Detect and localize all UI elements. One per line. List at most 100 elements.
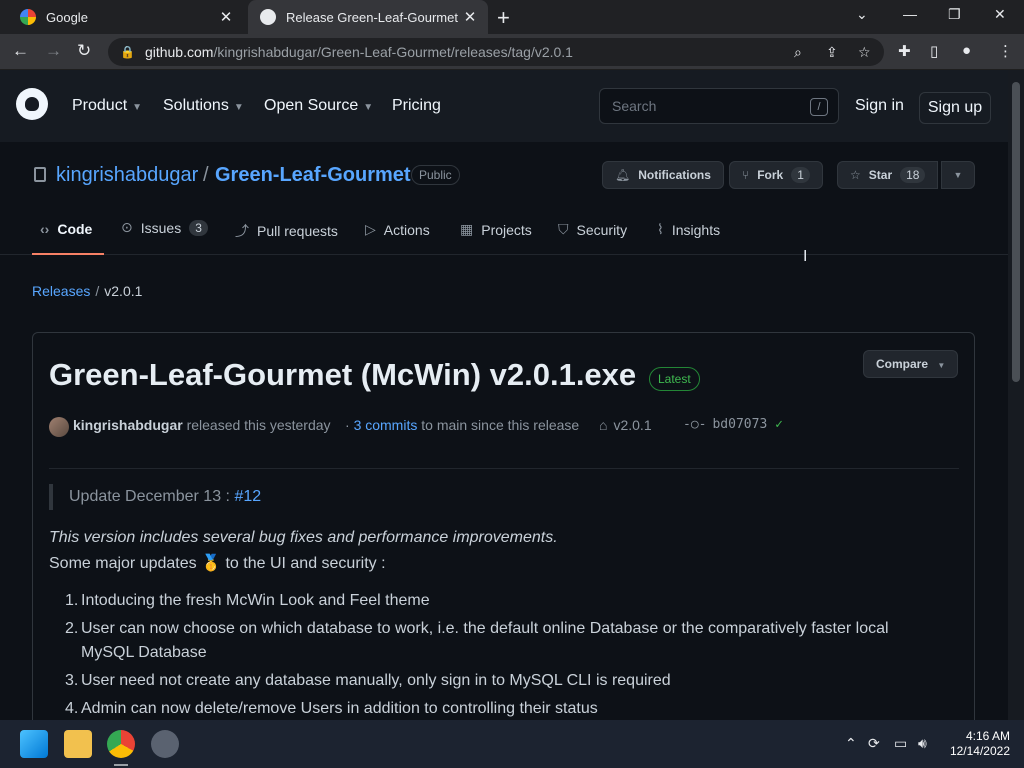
search-input[interactable]: Search / [599,88,839,124]
address-bar[interactable]: 🔒 github.com/kingrishabdugar/Green-Leaf-… [108,38,884,66]
nav-open-source[interactable]: Open Source ▼ [264,97,373,115]
star-button[interactable]: ☆ Star 18 [837,161,939,189]
tab-pull-requests[interactable]: ⤴ Pull requests [235,221,338,241]
forward-icon[interactable]: → [45,41,62,61]
released-text: released this yesterday [186,417,331,433]
side-panel-icon[interactable]: ▯ [930,42,938,60]
tab-actions[interactable]: ▷ Actions [365,221,430,238]
nav-product[interactable]: Product ▼ [72,97,142,115]
browser-tab-google[interactable]: Google ✕ [8,0,244,34]
notifications-button[interactable]: 🔔︎ Notifications [602,161,724,189]
breadcrumb-separator: / [95,283,100,299]
list-item: 1. Intoducing the fresh McWin Look and Fe… [65,589,945,613]
settings-gear-icon[interactable] [151,730,179,758]
reload-icon[interactable]: ↻ [77,41,91,61]
release-commit[interactable]: -○- bd07073 ✓ [683,417,783,432]
commits-text: to main since this release [421,417,580,433]
tag-label: v2.0.1 [613,417,652,433]
tab-label: Issues [140,219,182,236]
close-tab-icon[interactable]: ✕ [458,8,482,26]
breadcrumb-current: v2.0.1 [104,283,143,299]
tab-insights[interactable]: ⌇ Insights [657,221,720,238]
release-title[interactable]: Green-Leaf-Gourmet (McWin) v2.0.1.exe [49,357,636,393]
repo-owner-link[interactable]: kingrishabdugar [56,164,198,187]
star-list-dropdown[interactable]: ▼ [941,161,975,189]
list-item-text: User can now choose on which database to… [81,620,889,661]
clock-time: 4:16 AM [965,729,1010,743]
repo-header: kingrishabdugar / Green-Leaf-Gourmet Pub… [0,142,1008,255]
fork-button[interactable]: ⑂ Fork 1 [729,161,823,189]
tab-search-icon[interactable]: ⌄ [856,6,868,23]
new-tab-icon[interactable]: + [497,5,510,31]
verified-check-icon: ✓ [775,417,783,432]
tab-label: Actions [383,221,430,238]
release-tag[interactable]: ⌂ v2.0.1 [599,417,652,433]
shield-icon: ⛉ [558,221,569,237]
button-label: Fork [757,168,784,182]
share-icon[interactable]: ⇪ [826,44,838,61]
sign-in-link[interactable]: Sign in [855,97,904,115]
windows-start-icon[interactable] [20,730,48,758]
repo-name-link[interactable]: Green-Leaf-Gourmet [215,164,411,187]
menu-kebab-icon[interactable]: ⋮ [998,42,1013,60]
medal-emoji: 🥇 [201,555,222,572]
quote-text: Update December 13 : [69,488,230,505]
volume-icon[interactable]: 🔊︎ [918,735,927,752]
tab-label: Security [576,221,628,238]
list-item-text: User need not create any database manual… [81,672,671,689]
author-link[interactable]: kingrishabdugar [73,417,183,433]
back-icon[interactable]: ← [12,41,29,61]
chevron-down-icon: ▼ [132,102,143,113]
scrollbar-thumb[interactable] [1012,82,1020,382]
chevron-down-icon: ▼ [363,102,374,113]
breadcrumb-releases-link[interactable]: Releases [32,283,90,299]
list-item: 2. User can now choose on which database … [65,617,945,665]
button-label: Compare [876,357,929,371]
table-icon: ▦ [460,221,474,237]
sign-up-button[interactable]: Sign up [919,92,991,124]
close-tab-icon[interactable]: ✕ [214,8,238,26]
browser-tab-release[interactable]: Release Green-Leaf-Gourmet (McWin) v2.0.… [248,0,488,34]
restore-icon[interactable]: ❐ [948,6,961,23]
code-icon: ‹› [40,221,50,237]
file-explorer-icon[interactable] [64,730,92,758]
caret-down-icon: ▼ [937,361,946,370]
tab-label: Pull requests [257,223,338,239]
browser-toolbar: ← → ↻ 🔒 github.com/kingrishabdugar/Green… [0,34,1024,70]
zoom-search-icon[interactable]: ⌕ [794,44,802,61]
nav-label: Product [72,97,128,114]
nav-solutions[interactable]: Solutions ▼ [163,97,244,115]
close-window-icon[interactable]: ✕ [994,6,1006,23]
tab-title: Google [46,9,88,25]
extensions-icon[interactable]: ✚ [898,42,911,60]
minimize-icon[interactable]: — [903,6,917,22]
issue-link[interactable]: #12 [234,488,261,505]
fork-count: 1 [791,167,810,183]
caret-down-icon: ▼ [953,170,963,180]
tab-issues[interactable]: ⊙ Issues 3 [121,219,208,236]
profile-icon[interactable]: ● [962,42,971,59]
chrome-icon[interactable] [107,730,135,758]
nav-label: Solutions [163,97,229,114]
tab-label: Insights [671,221,721,238]
browser-tab-strip: Google ✕ Release Green-Leaf-Gourmet (McW… [0,0,1024,34]
search-placeholder: Search [612,98,657,114]
sync-icon[interactable]: ⟳ [868,735,880,752]
nav-pricing[interactable]: Pricing [392,97,441,115]
avatar[interactable] [49,417,69,437]
repo-icon [34,167,46,182]
bookmark-star-icon[interactable]: ☆ [858,44,871,61]
list-item: 3. User need not create any database manu… [65,669,945,693]
system-clock[interactable]: 4:16 AM 12/14/2022 [940,729,1010,759]
github-logo-icon[interactable] [16,88,48,120]
commits-link[interactable]: 3 commits [354,417,418,433]
breadcrumb: Releases / v2.0.1 [32,283,142,299]
tab-projects[interactable]: ▦ Projects [460,221,532,238]
tab-code[interactable]: ‹› Code [40,221,92,237]
display-icon[interactable]: ▭ [894,735,907,752]
page-scrollbar[interactable] [1008,70,1024,720]
compare-button[interactable]: Compare ▼ [863,350,959,378]
tab-security[interactable]: ⛉ Security [558,221,627,238]
issues-count: 3 [189,219,208,236]
chevron-up-icon[interactable]: ⌃ [845,735,857,752]
